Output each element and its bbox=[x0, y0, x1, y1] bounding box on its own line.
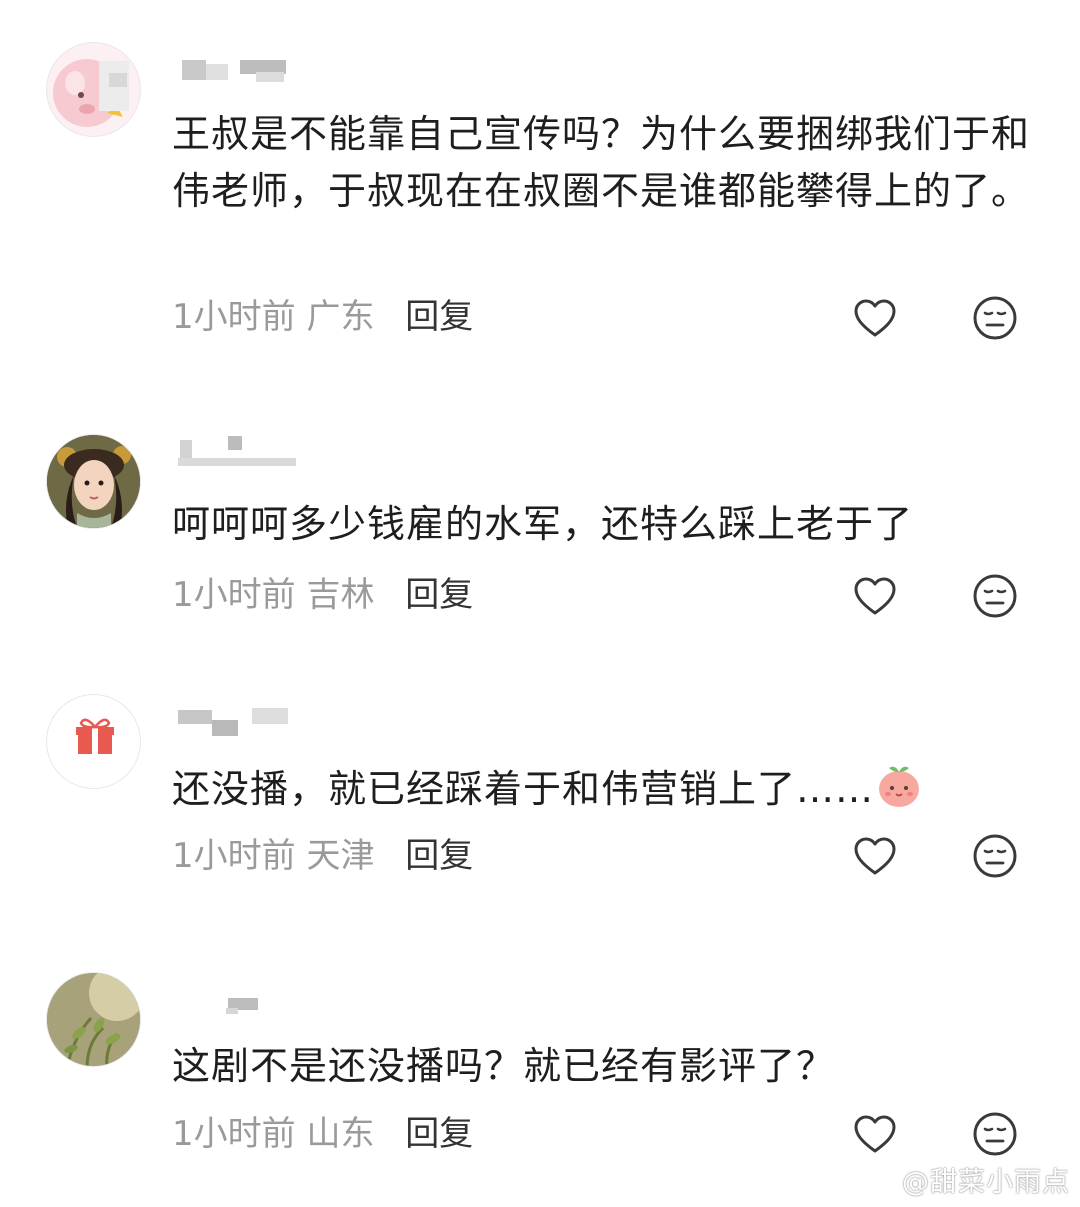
comment-time: 1小时前 bbox=[172, 575, 296, 615]
comment-location: 广东 bbox=[306, 297, 375, 337]
meh-face-icon[interactable] bbox=[972, 833, 1018, 879]
heart-outline-icon[interactable] bbox=[851, 294, 899, 342]
comment-location: 天津 bbox=[306, 836, 375, 876]
comment-time: 1小时前 bbox=[172, 297, 296, 337]
reply-button[interactable]: 回复 bbox=[405, 836, 473, 876]
watermark: @甜菜小雨点 bbox=[868, 1160, 1070, 1199]
comment-location: 吉林 bbox=[306, 575, 375, 615]
peach-emoji-icon bbox=[879, 766, 920, 807]
avatar[interactable] bbox=[46, 434, 141, 529]
comment-item: 王叔是不能靠自己宣传吗？为什么要捆绑我们于和伟老师，于叔现在在叔圈不是谁都能攀得… bbox=[0, 0, 1080, 370]
comment-text-content: 还没播，就已经踩着于和伟营销上了…… bbox=[172, 767, 875, 811]
heart-outline-icon[interactable] bbox=[851, 572, 899, 620]
heart-outline-icon[interactable] bbox=[851, 1110, 899, 1158]
comment-item: 呵呵呵多少钱雇的水军，还特么踩上老于了 1小时前 吉林 回复 bbox=[0, 370, 1080, 670]
heart-outline-icon[interactable] bbox=[851, 832, 899, 880]
avatar[interactable] bbox=[46, 694, 141, 789]
comment-text: 呵呵呵多少钱雇的水军，还特么踩上老于了 bbox=[172, 502, 914, 546]
comment-meta: 1小时前 广东 回复 bbox=[172, 295, 473, 339]
username-blurred[interactable] bbox=[178, 436, 298, 466]
username-blurred[interactable] bbox=[178, 60, 298, 86]
avatar[interactable] bbox=[46, 42, 141, 137]
reply-button[interactable]: 回复 bbox=[405, 297, 473, 337]
avatar[interactable] bbox=[46, 972, 141, 1067]
username-blurred[interactable] bbox=[178, 708, 298, 736]
comment-item: 还没播，就已经踩着于和伟营销上了…… 1小时前 天津 回复 bbox=[0, 670, 1080, 950]
comment-meta: 1小时前 山东 回复 bbox=[172, 1112, 473, 1156]
comment-meta: 1小时前 天津 回复 bbox=[172, 834, 473, 878]
comment-text: 王叔是不能靠自己宣传吗？为什么要捆绑我们于和伟老师，于叔现在在叔圈不是谁都能攀得… bbox=[172, 112, 1031, 213]
meh-face-icon[interactable] bbox=[972, 295, 1018, 341]
comment-text: 这剧不是还没播吗？就已经有影评了？ bbox=[172, 1044, 836, 1088]
comment-text: 还没播，就已经踩着于和伟营销上了…… bbox=[172, 760, 1052, 818]
meh-face-icon[interactable] bbox=[972, 573, 1018, 619]
reply-button[interactable]: 回复 bbox=[405, 575, 473, 615]
reply-button[interactable]: 回复 bbox=[405, 1114, 473, 1154]
comment-time: 1小时前 bbox=[172, 836, 296, 876]
username-blurred[interactable] bbox=[178, 998, 298, 1024]
watermark-text: @甜菜小雨点 bbox=[902, 1167, 1070, 1198]
meh-face-icon[interactable] bbox=[972, 1111, 1018, 1157]
comment-meta: 1小时前 吉林 回复 bbox=[172, 573, 473, 617]
comment-time: 1小时前 bbox=[172, 1114, 296, 1154]
weibo-logo-icon bbox=[868, 1173, 900, 1197]
comment-location: 山东 bbox=[306, 1114, 375, 1154]
